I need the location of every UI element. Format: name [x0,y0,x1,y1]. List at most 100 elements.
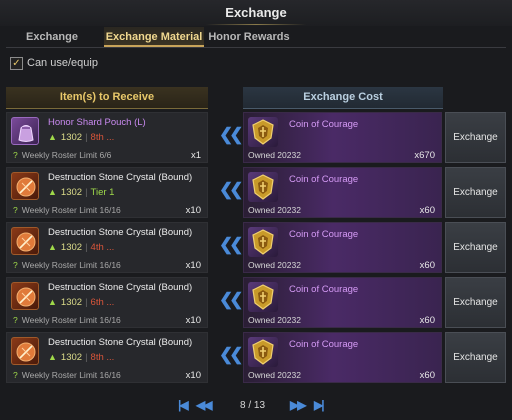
tab-bar: Exchange Exchange Material Honor Rewards [6,27,506,48]
can-use-label: Can use/equip [27,57,98,69]
item-level-info: ▲ 1302 | 6th ... [48,297,115,308]
reward-item-card[interactable]: Destruction Stone Crystal (Bound) ▲ 1302 |… [6,277,208,328]
item-level-info: ▲ 1302 | 8th ... [48,132,115,143]
help-icon[interactable]: ? [13,205,18,215]
roster-limit: ? Weekly Roster Limit 16/16 [13,205,121,215]
help-icon[interactable]: ? [13,260,18,270]
cost-card[interactable]: Coin of Courage Owned 20232 x60 [243,277,442,328]
owned-amount: Owned 20232 [248,150,301,160]
exchange-row: Destruction Stone Crystal (Bound) ▲ 1302 |… [6,167,506,218]
item-level-icon: ▲ [48,297,57,307]
receive-column-header: Item(s) to Receive [6,87,208,109]
exchange-arrow-icon: ❮❮ [219,125,243,144]
reward-item-name: Honor Shard Pouch (L) [48,117,146,128]
help-icon[interactable]: ? [13,150,18,160]
exchange-row: Honor Shard Pouch (L) ▲ 1302 | 8th ... ? Wee… [6,112,506,163]
item-level-icon: ▲ [48,187,57,197]
cost-card[interactable]: Coin of Courage Owned 20232 x60 [243,167,442,218]
reward-item-name: Destruction Stone Crystal (Bound) [48,172,193,183]
reward-quantity: x10 [185,370,201,381]
item-extra-info: 6th ... [90,297,115,308]
roster-limit: ? Weekly Roster Limit 16/16 [13,315,121,325]
item-level: 1302 [60,132,83,143]
reward-item-card[interactable]: Destruction Stone Crystal (Bound) ▲ 1302 |… [6,222,208,273]
roster-limit-text: Weekly Roster Limit 16/16 [21,205,121,215]
prev-page-button[interactable]: ◀◀ [196,398,213,412]
reward-item-card[interactable]: Honor Shard Pouch (L) ▲ 1302 | 8th ... ? Wee… [6,112,208,163]
first-page-button[interactable]: |◀ [178,398,189,412]
destruction-stone-icon [11,282,39,310]
reward-quantity: x1 [190,150,201,161]
item-level-icon: ▲ [48,242,57,252]
last-page-button[interactable]: ▶| [314,398,325,412]
coin-of-courage-icon [248,227,278,257]
tab-exchange-material[interactable]: Exchange Material [104,27,204,47]
cost-currency-name: Coin of Courage [289,174,359,185]
roster-limit-text: Weekly Roster Limit 16/16 [21,370,121,380]
exchange-button[interactable]: Exchange [445,332,506,383]
item-extra-info: 4th ... [90,242,115,253]
exchange-arrow-icon: ❮❮ [219,345,243,364]
coin-of-courage-icon [248,282,278,312]
cost-quantity: x60 [419,370,435,381]
next-page-button[interactable]: ▶▶ [290,398,307,412]
item-extra-info: 8th ... [90,352,115,363]
reward-item-name: Destruction Stone Crystal (Bound) [48,227,193,238]
owned-amount: Owned 20232 [248,205,301,215]
item-level: 1302 [60,352,83,363]
cost-card[interactable]: Coin of Courage Owned 20232 x60 [243,222,442,273]
owned-amount: Owned 20232 [248,370,301,380]
roster-limit: ? Weekly Roster Limit 16/16 [13,260,121,270]
reward-item-card[interactable]: Destruction Stone Crystal (Bound) ▲ 1302 |… [6,332,208,383]
exchange-button[interactable]: Exchange [445,112,506,163]
roster-limit-text: Weekly Roster Limit 16/16 [21,260,121,270]
exchange-row: Destruction Stone Crystal (Bound) ▲ 1302 |… [6,222,506,273]
item-level-icon: ▲ [48,132,57,142]
coin-of-courage-icon [248,117,278,147]
help-icon[interactable]: ? [13,315,18,325]
item-level-info: ▲ 1302 | Tier 1 [48,187,115,198]
item-level: 1302 [60,242,83,253]
cost-quantity: x60 [419,205,435,216]
reward-quantity: x10 [185,205,201,216]
item-level: 1302 [60,187,83,198]
exchange-arrow-icon: ❮❮ [219,290,243,309]
window-title: Exchange [0,0,512,26]
tab-honor-rewards[interactable]: Honor Rewards [206,27,292,47]
shard-pouch-icon [11,117,39,145]
exchange-button[interactable]: Exchange [445,167,506,218]
reward-quantity: x10 [185,315,201,326]
reward-item-name: Destruction Stone Crystal (Bound) [48,337,193,348]
roster-limit: ? Weekly Roster Limit 6/6 [13,150,111,160]
roster-limit-text: Weekly Roster Limit 6/6 [21,150,112,160]
cost-quantity: x670 [414,150,435,161]
item-extra-info: 8th ... [90,132,115,143]
cost-quantity: x60 [419,315,435,326]
item-level-info: ▲ 1302 | 8th ... [48,352,115,363]
coin-of-courage-icon [248,172,278,202]
item-extra-info: Tier 1 [90,187,115,198]
exchange-arrow-icon: ❮❮ [219,235,243,254]
reward-item-name: Destruction Stone Crystal (Bound) [48,282,193,293]
help-icon[interactable]: ? [13,370,18,380]
exchange-button[interactable]: Exchange [445,277,506,328]
roster-limit: ? Weekly Roster Limit 16/16 [13,370,121,380]
owned-amount: Owned 20232 [248,260,301,270]
coin-of-courage-icon [248,337,278,367]
cost-column-header: Exchange Cost [243,87,443,109]
tab-exchange[interactable]: Exchange [6,27,98,47]
cost-card[interactable]: Coin of Courage Owned 20232 x670 [243,112,442,163]
reward-item-card[interactable]: Destruction Stone Crystal (Bound) ▲ 1302 |… [6,167,208,218]
cost-currency-name: Coin of Courage [289,284,359,295]
page-indicator: 8 / 13 [240,400,266,411]
cost-card[interactable]: Coin of Courage Owned 20232 x60 [243,332,442,383]
cost-quantity: x60 [419,260,435,271]
destruction-stone-icon [11,337,39,365]
can-use-checkbox[interactable]: ✓ [10,57,23,70]
item-level-icon: ▲ [48,352,57,362]
exchange-row: Destruction Stone Crystal (Bound) ▲ 1302 |… [6,332,506,383]
reward-quantity: x10 [185,260,201,271]
item-level-info: ▲ 1302 | 4th ... [48,242,115,253]
cost-currency-name: Coin of Courage [289,229,359,240]
exchange-button[interactable]: Exchange [445,222,506,273]
